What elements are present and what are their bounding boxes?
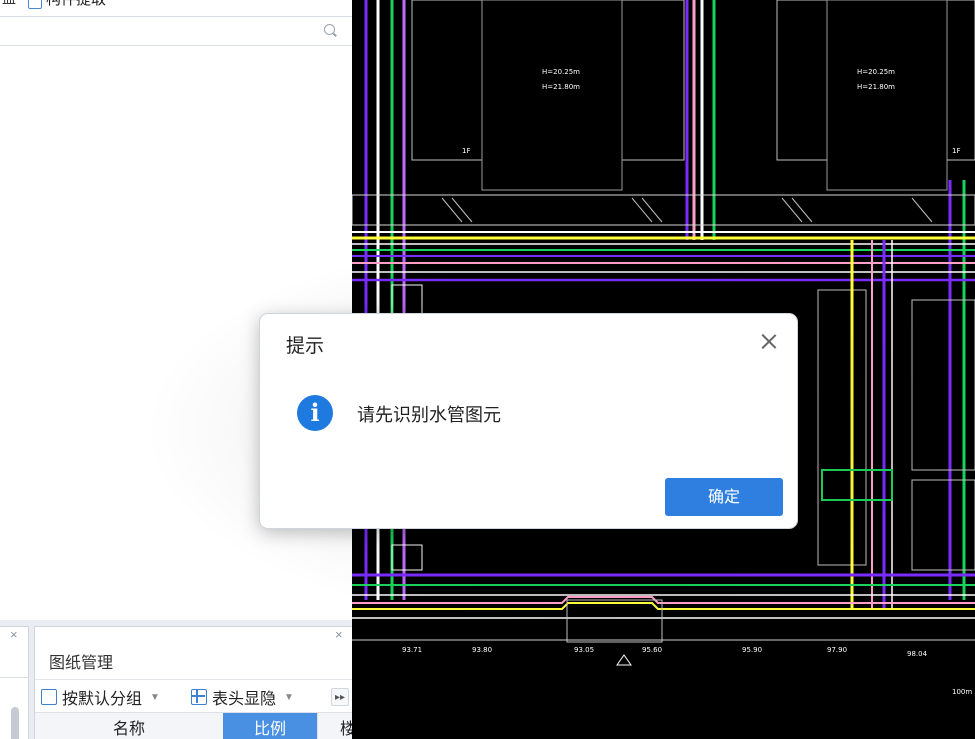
group-icon [41,689,57,705]
component-extract-tab[interactable]: 构件提取 [46,0,106,9]
column-header-floor[interactable]: 楼 [317,713,353,739]
search-bar [0,17,352,46]
cad-label: 95.90 [742,646,762,654]
cad-label: H=21.80m [542,83,580,91]
chevron-down-icon[interactable]: ▼ [284,692,294,703]
close-icon[interactable] [760,332,778,350]
toggle-headers-label: 表头显隐 [212,691,277,708]
alert-dialog: 提示 i 请先识别水管图元 确定 [259,313,798,529]
group-by-default-button[interactable]: 按默认分组 ▼ [41,686,160,708]
cad-label: H=20.25m [542,68,580,76]
chevron-down-icon[interactable]: ▼ [150,692,160,703]
search-input[interactable] [0,19,314,43]
dialog-message: 请先识别水管图元 [357,405,501,425]
cad-label: 93.80 [472,646,492,654]
header-prefix: 盖 [2,0,16,8]
cad-label: H=20.25m [857,68,895,76]
cad-label: 1F [952,147,960,155]
confirm-button[interactable]: 确定 [665,478,783,516]
search-icon[interactable] [324,24,335,35]
cad-label: 100m [952,688,972,696]
column-header-scale[interactable]: 比例 [223,713,317,739]
cad-label: 95.60 [642,646,662,654]
close-icon[interactable]: × [335,627,343,642]
table-icon [191,689,207,705]
bottom-dock: × × 图纸管理 按默认分组 ▼ 表头显隐 ▼ ▸▸ 名称 比例 [0,620,357,739]
divider [0,677,28,678]
column-header-name[interactable]: 名称 [35,713,224,739]
drawing-toolbar: 按默认分组 ▼ 表头显隐 ▼ ▸▸ [35,679,353,712]
cad-label: H=21.80m [857,83,895,91]
dialog-title: 提示 [286,336,325,357]
drawing-manager-panel: × 图纸管理 按默认分组 ▼ 表头显隐 ▼ ▸▸ 名称 比例 楼 [34,626,354,739]
table-header: 名称 比例 楼 [35,712,353,739]
panel-title: 图纸管理 [49,655,114,672]
cad-label: 93.71 [402,646,422,654]
info-icon: i [297,395,333,431]
cad-label: 1F [462,147,470,155]
scrollbar[interactable] [11,707,19,739]
cad-label: 93.05 [574,646,594,654]
toggle-headers-button[interactable]: 表头显隐 ▼ [191,686,294,708]
cad-label: 98.04 [907,650,928,658]
close-icon[interactable]: × [10,627,18,642]
component-panel-header: 盖 构件提取 [0,0,352,17]
cad-label: 97.90 [827,646,847,654]
collapsed-panel: × [0,626,29,739]
app-window: 盖 构件提取 × × 图纸管理 按默认分组 ▼ [0,0,975,739]
more-button[interactable]: ▸▸ [331,688,349,706]
extract-icon[interactable] [28,0,42,9]
group-by-default-label: 按默认分组 [62,691,143,708]
